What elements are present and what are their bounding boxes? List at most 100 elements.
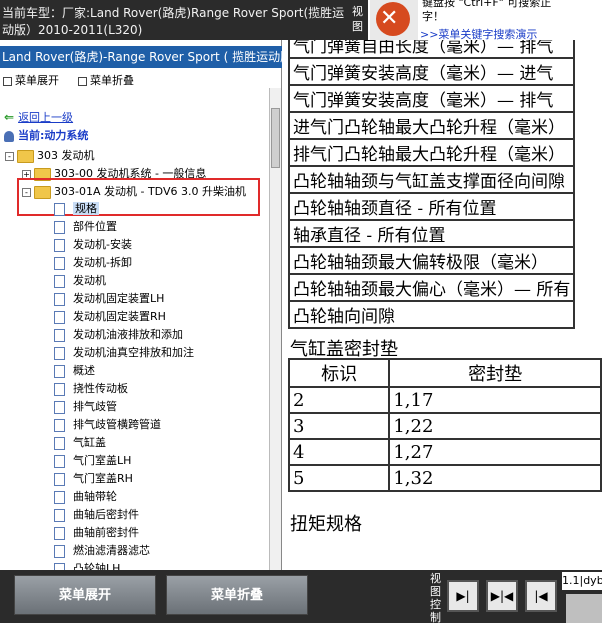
tree-leaf-item[interactable]: 发动机油液排放和添加 <box>54 326 194 344</box>
tree-leaf-item[interactable]: 曲轴带轮 <box>54 488 194 506</box>
current-location: 当前:动力系统 <box>4 127 88 143</box>
tree-leaf-item[interactable]: 曲轴前密封件 <box>54 524 194 542</box>
gasket-header-id: 标识 <box>287 358 391 388</box>
tree-leaf-label: 概述 <box>73 364 95 377</box>
tree-leaf-item[interactable]: 发动机固定装置RH <box>54 308 194 326</box>
tree-leaf-item[interactable]: 发动机 <box>54 272 194 290</box>
tree-leaf-label: 曲轴前密封件 <box>73 526 139 539</box>
tree-leaf-label: 发动机固定装置RH <box>73 310 166 323</box>
search-hint-text: 键盘按 "Ctrl+F" 可搜索正 字！ <box>422 0 552 23</box>
gasket-id-cell: 2 <box>287 386 391 414</box>
collapse-toggle-icon[interactable]: - <box>5 151 14 161</box>
user-icon <box>4 130 14 142</box>
spec-row: 凸轮轴向间隙 <box>287 300 576 329</box>
tree-leaf-item[interactable]: 排气歧管 <box>54 398 194 416</box>
tree-node-303[interactable]: -303 发动机 <box>5 147 95 165</box>
document-icon <box>54 400 65 414</box>
tree-leaf-item[interactable]: 气门室盖LH <box>54 452 194 470</box>
view-control-label: 视图控制 <box>430 572 441 624</box>
spec-row: 凸轮轴轴颈最大偏心（毫米）— 所有 <box>287 273 576 302</box>
tree-leaf-label: 气门室盖LH <box>73 454 132 467</box>
back-arrow-icon: ⇐ <box>4 110 15 124</box>
gasket-id-cell: 5 <box>287 464 391 492</box>
tree-leaf-label: 曲轴后密封件 <box>73 508 139 521</box>
tree-leaf-item[interactable]: 发动机固定装置LH <box>54 290 194 308</box>
gasket-row: 3 1,22 <box>287 412 602 440</box>
collapse-all-link[interactable]: 菜单折叠 <box>78 72 134 88</box>
collapse-menu-button[interactable]: 菜单折叠 <box>166 575 308 615</box>
spec-table: 气门弹簧自由长度（毫米）— 排气 气门弹簧安装高度（毫米）— 进气 气门弹簧安装高度… <box>287 40 576 329</box>
torque-section-title: 扭矩规格 <box>290 514 362 535</box>
gasket-row: 2 1,17 <box>287 386 602 414</box>
corner-button[interactable] <box>566 594 602 623</box>
document-icon <box>54 418 65 432</box>
spec-row: 气门弹簧安装高度（毫米）— 排气 <box>287 84 576 113</box>
gasket-row: 5 1,32 <box>287 464 602 492</box>
tree-leaf-item[interactable]: 曲轴后密封件 <box>54 506 194 524</box>
gasket-id-cell: 3 <box>287 412 391 440</box>
tree-toolbar: 菜单展开 菜单折叠 <box>0 70 270 88</box>
pane-center-button[interactable]: ▶|◀ <box>486 580 518 612</box>
document-icon <box>54 238 65 252</box>
tree-leaf-item[interactable]: 气门室盖RH <box>54 470 194 488</box>
document-icon <box>54 508 65 522</box>
document-icon <box>54 364 65 378</box>
mascot-icon: ✕ <box>370 0 418 40</box>
document-icon <box>54 220 65 234</box>
document-icon <box>54 544 65 558</box>
spec-row: 凸轮轴轴颈与气缸盖支撑面径向间隙 <box>287 165 576 194</box>
tree-leaf-item[interactable]: 发动机-安装 <box>54 236 194 254</box>
spec-row: 凸轮轴轴颈直径 - 所有位置 <box>287 192 576 221</box>
tree-leaf-label: 排气歧管横跨管道 <box>73 418 161 431</box>
tree-leaf-label: 规格 <box>73 202 99 215</box>
spec-cell: 凸轮轴向间隙 <box>287 300 576 329</box>
tree-leaf-label: 曲轴带轮 <box>73 490 117 503</box>
tree-leaf-label: 燃油滤清器滤芯 <box>73 544 150 557</box>
tree-leaf-label: 气门室盖RH <box>73 472 133 485</box>
spec-row: 排气门凸轮轴最大凸轮升程（毫米） <box>287 138 576 167</box>
tree-leaf-item[interactable]: 排气歧管横跨管道 <box>54 416 194 434</box>
tree-leaf-label: 发动机 <box>73 274 106 287</box>
gasket-value-cell: 1,32 <box>388 464 602 492</box>
spec-cell: 进气门凸轮轴最大凸轮升程（毫米） <box>287 111 576 140</box>
spec-cell: 气门弹簧自由长度（毫米）— 排气 <box>287 40 576 59</box>
tree-leaf-label: 挠性传动板 <box>73 382 128 395</box>
document-icon <box>54 310 65 324</box>
top-bar: 当前车型：厂家:Land Rover(路虎)Range Rover Sport(… <box>0 0 602 41</box>
back-up-level[interactable]: ⇐ 返回上一级 <box>4 109 73 125</box>
current-vehicle-line2: 动版）2010-2011(L320) <box>2 23 143 37</box>
document-icon <box>54 436 65 450</box>
tree-leaf-item[interactable]: 发动机油真空排放和加注 <box>54 344 194 362</box>
document-icon <box>54 346 65 360</box>
expand-all-link[interactable]: 菜单展开 <box>3 72 59 88</box>
tree-leaf-item[interactable]: 挠性传动板 <box>54 380 194 398</box>
scroll-thumb[interactable] <box>271 108 280 168</box>
bottom-bar: 菜单展开 菜单折叠 视图控制 ▶| ▶|◀ |◀ 1.1|dyb <box>0 570 602 624</box>
spec-cell: 气门弹簧安装高度（毫米）— 排气 <box>287 84 576 113</box>
pane-expand-left-button[interactable]: |◀ <box>525 580 557 612</box>
tree-leaf-item[interactable]: 燃油滤清器滤芯 <box>54 542 194 560</box>
tree-leaf-label: 发动机-拆卸 <box>73 256 132 269</box>
pane-expand-right-button[interactable]: ▶| <box>447 580 479 612</box>
gasket-id-cell: 4 <box>287 438 391 466</box>
document-icon <box>54 472 65 486</box>
tree-leaf-item[interactable]: 规格 <box>54 200 194 218</box>
version-label: 1.1|dyb <box>562 572 602 590</box>
document-icon <box>54 256 65 270</box>
document-icon <box>54 274 65 288</box>
document-icon <box>54 382 65 396</box>
tree-leaf-item[interactable]: 概述 <box>54 362 194 380</box>
expand-menu-button[interactable]: 菜单展开 <box>14 575 156 615</box>
spec-cell: 凸轮轴轴颈直径 - 所有位置 <box>287 192 576 221</box>
panel-title: Land Rover(路虎)-Range Rover Sport ( 揽胜运动版 <box>0 46 283 68</box>
gasket-table: 标识 密封垫 2 1,17 3 1,22 4 1,27 5 1,32 <box>287 358 602 492</box>
tree-leaf-item[interactable]: 发动机-拆卸 <box>54 254 194 272</box>
tree-leaf-item[interactable]: 部件位置 <box>54 218 194 236</box>
tree-leaf-label: 发动机固定装置LH <box>73 292 165 305</box>
tree-leaf-item[interactable]: 气缸盖 <box>54 434 194 452</box>
spec-row: 轴承直径 - 所有位置 <box>287 219 576 248</box>
view-label[interactable]: 视图 <box>352 4 366 34</box>
spec-cell: 轴承直径 - 所有位置 <box>287 219 576 248</box>
spec-cell: 凸轮轴轴颈与气缸盖支撑面径向间隙 <box>287 165 576 194</box>
tree-scrollbar[interactable] <box>269 88 281 570</box>
